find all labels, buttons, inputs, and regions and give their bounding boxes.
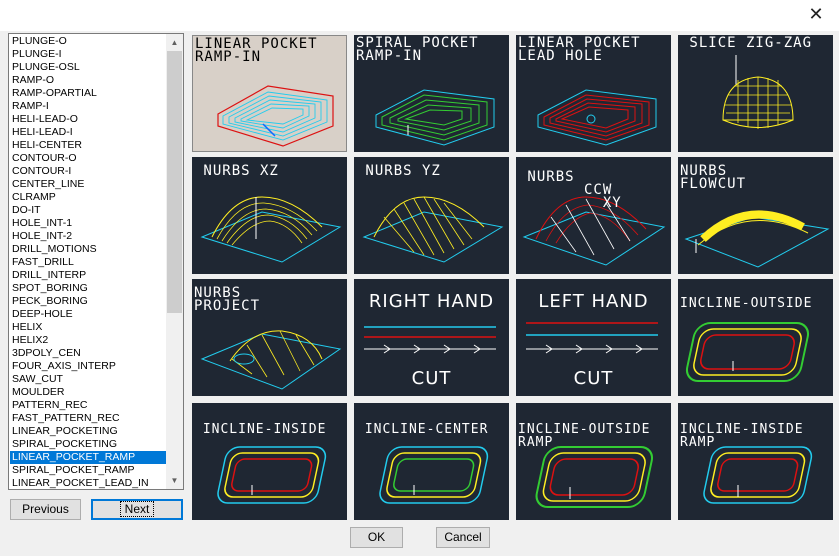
tile-label: NURBS XZ xyxy=(194,163,279,179)
tile-slice-zig-zag[interactable]: SLICE ZIG-ZAG xyxy=(678,35,833,152)
cancel-button[interactable]: Cancel xyxy=(436,527,490,548)
list-item[interactable]: FOUR_AXIS_INTERP xyxy=(10,360,168,373)
list-item[interactable]: DEEP-HOLE xyxy=(10,308,168,321)
list-item[interactable]: HELIX2 xyxy=(10,334,168,347)
tile-label: NURBS CCW XY xyxy=(527,169,622,211)
tile-nurbs-yz[interactable]: NURBS YZ xyxy=(354,157,509,274)
list-item[interactable]: RAMP-I xyxy=(10,100,168,113)
tile-incline-outside[interactable]: INCLINE-OUTSIDE xyxy=(678,279,833,396)
list-item[interactable]: HOLE_INT-2 xyxy=(10,230,168,243)
tile-label: INCLINE-INSIDE RAMP xyxy=(680,422,804,450)
tile-label: NURBS PROJECT xyxy=(194,285,261,314)
incline-outside-ramp-illustration xyxy=(535,446,654,508)
tile-label: LINEAR POCKET RAMP-IN xyxy=(195,36,318,65)
list-item[interactable]: SPIRAL_POCKETING xyxy=(10,438,168,451)
list-item[interactable]: 3DPOLY_CEN xyxy=(10,347,168,360)
next-button-label: Next xyxy=(119,501,155,517)
list-item[interactable]: RAMP-O xyxy=(10,74,168,87)
list-item[interactable]: HELIX xyxy=(10,321,168,334)
title-bar: ✕ xyxy=(0,0,839,31)
list-item[interactable]: HELI-LEAD-I xyxy=(10,126,168,139)
list-item[interactable]: CONTOUR-O xyxy=(10,152,168,165)
tile-spiral-pocket-ramp-in[interactable]: SPIRAL POCKET RAMP-IN xyxy=(354,35,509,152)
tile-top-label: RIGHT HAND xyxy=(368,291,495,312)
list-item[interactable]: FAST_PATTERN_REC xyxy=(10,412,168,425)
list-item[interactable]: SPIRAL_POCKET_RAMP xyxy=(10,464,168,477)
tile-nurbs-xz[interactable]: NURBS XZ xyxy=(192,157,347,274)
preview-grid: LINEAR POCKET RAMP-IN SPIRAL POCKET RAMP… xyxy=(190,33,839,520)
list-item[interactable]: FAST_DRILL xyxy=(10,256,168,269)
list-item[interactable]: HOLE_INT-1 xyxy=(10,217,168,230)
incline-inside-illustration xyxy=(217,446,327,504)
list-item[interactable]: SAW_CUT xyxy=(10,373,168,386)
list-item[interactable]: PATTERN_REC xyxy=(10,399,168,412)
tile-label: SPIRAL POCKET RAMP-IN xyxy=(356,35,479,64)
list-item[interactable]: PLUNGE-I xyxy=(10,48,168,61)
next-button[interactable]: Next xyxy=(91,499,183,520)
tile-label: INCLINE-OUTSIDE RAMP xyxy=(518,422,651,450)
list-item[interactable]: PLUNGE-OSL xyxy=(10,61,168,74)
tile-label: NURBS FLOWCUT xyxy=(680,163,747,192)
list-item[interactable]: SPOT_BORING xyxy=(10,282,168,295)
tile-label: SLICE ZIG-ZAG xyxy=(680,35,813,51)
list-item[interactable]: HELI-LEAD-O xyxy=(10,113,168,126)
list-item[interactable]: DO-IT xyxy=(10,204,168,217)
list-item[interactable]: CONTOUR-I xyxy=(10,165,168,178)
list-item[interactable]: DRILL_INTERP xyxy=(10,269,168,282)
tile-nurbs-flowcut[interactable]: NURBS FLOWCUT xyxy=(678,157,833,274)
list-item[interactable]: PLUNGE-O xyxy=(10,35,168,48)
tile-incline-inside-ramp[interactable]: INCLINE-INSIDE RAMP xyxy=(678,403,833,520)
list-item[interactable]: RAMP-OPARTIAL xyxy=(10,87,168,100)
tile-nurbs-project[interactable]: NURBS PROJECT xyxy=(192,279,347,396)
scroll-down-arrow-icon[interactable]: ▼ xyxy=(166,472,183,489)
list-item[interactable]: HELI-CENTER xyxy=(10,139,168,152)
tile-incline-inside[interactable]: INCLINE-INSIDE xyxy=(192,403,347,520)
tile-label: NURBS YZ xyxy=(356,163,441,179)
list-item[interactable]: CENTER_LINE xyxy=(10,178,168,191)
list-item[interactable]: DRILL_MOTIONS xyxy=(10,243,168,256)
ok-button[interactable]: OK xyxy=(350,527,403,548)
list-item[interactable]: MOULDER xyxy=(10,386,168,399)
tile-bottom-label: CUT xyxy=(411,368,452,389)
operation-list[interactable]: PLUNGE-O PLUNGE-I PLUNGE-OSL RAMP-O RAMP-OPA… xyxy=(8,33,184,490)
tile-incline-outside-ramp[interactable]: INCLINE-OUTSIDE RAMP xyxy=(516,403,671,520)
list-item[interactable]: LINEAR_POCKET_LEAD_IN xyxy=(10,477,168,489)
tile-linear-pocket-ramp-in[interactable]: LINEAR POCKET RAMP-IN xyxy=(192,35,347,152)
dome-illustration xyxy=(722,55,794,129)
close-button[interactable]: ✕ xyxy=(793,0,839,31)
vertical-scrollbar[interactable]: ▲ ▼ xyxy=(166,34,183,489)
tile-incline-center[interactable]: INCLINE-CENTER xyxy=(354,403,509,520)
list-item[interactable]: LINEAR_POCKETING xyxy=(10,425,168,438)
tile-linear-pocket-lead-hole[interactable]: LINEAR POCKET LEAD HOLE xyxy=(516,35,671,152)
incline-center-illustration xyxy=(379,446,489,504)
tile-bottom-label: CUT xyxy=(573,368,614,389)
scrollbar-thumb[interactable] xyxy=(167,51,182,313)
tile-nurbs-ccw-xy[interactable]: NURBS CCW XY xyxy=(516,157,671,274)
tile-label: INCLINE-OUTSIDE xyxy=(680,296,813,311)
tile-label: LINEAR POCKET LEAD HOLE xyxy=(518,35,641,64)
tile-top-label: LEFT HAND xyxy=(538,291,649,312)
incline-inside-ramp-illustration xyxy=(703,446,813,504)
list-items: PLUNGE-O PLUNGE-I PLUNGE-OSL RAMP-O RAMP-OPA… xyxy=(10,35,168,489)
tile-label: INCLINE-INSIDE xyxy=(194,422,327,437)
list-item[interactable]: LINEAR_POCKET_RAMP xyxy=(10,451,168,464)
scroll-up-arrow-icon[interactable]: ▲ xyxy=(166,34,183,51)
tile-left-hand-cut[interactable]: LEFT HAND CUT xyxy=(516,279,671,396)
tile-right-hand-cut[interactable]: RIGHT HAND CUT xyxy=(354,279,509,396)
tile-label: INCLINE-CENTER xyxy=(356,422,489,437)
list-item[interactable]: PECK_BORING xyxy=(10,295,168,308)
previous-button[interactable]: Previous xyxy=(10,499,81,520)
list-item[interactable]: CLRAMP xyxy=(10,191,168,204)
